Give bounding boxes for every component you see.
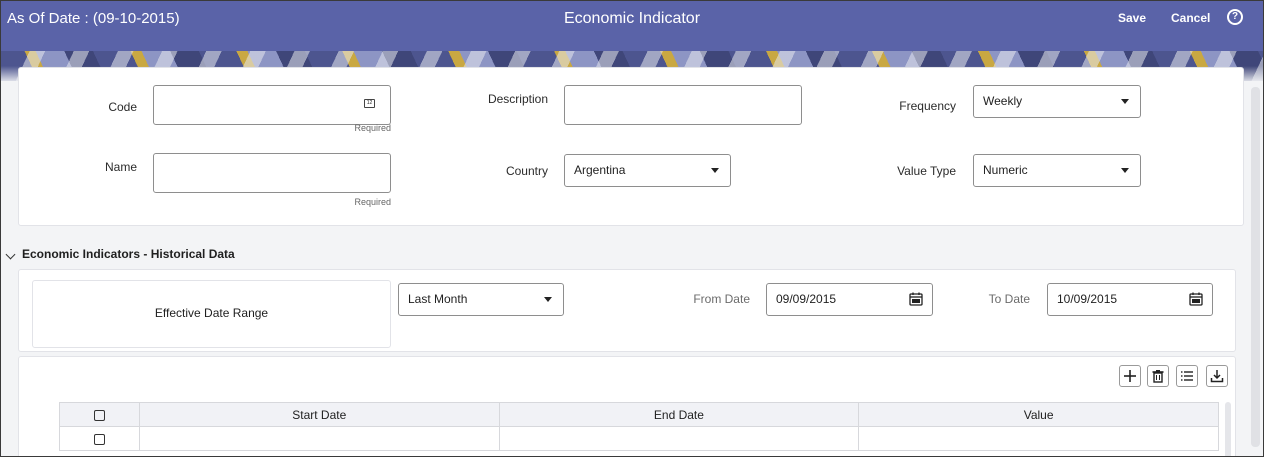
to-date-input[interactable]: 10/09/2015: [1047, 283, 1213, 316]
column-header-end-date[interactable]: End Date: [498, 402, 860, 427]
to-date-label: To Date: [988, 292, 1030, 306]
code-label: Code: [108, 100, 137, 114]
download-button[interactable]: [1206, 365, 1228, 387]
value-type-value: Numeric: [983, 163, 1028, 177]
end-date-cell[interactable]: [498, 426, 860, 451]
table-header-row: Start Date End Date Value: [59, 402, 1219, 427]
column-header-start-date[interactable]: Start Date: [138, 402, 500, 427]
historical-data-table: Start Date End Date Value: [59, 402, 1219, 451]
description-input[interactable]: [564, 85, 802, 125]
from-date-label: From Date: [693, 292, 750, 306]
frequency-select[interactable]: Weekly: [973, 85, 1141, 118]
chevron-down-icon: [711, 168, 719, 173]
frequency-label: Frequency: [899, 99, 956, 113]
add-icon: [1124, 370, 1136, 382]
date-range-value: Last Month: [408, 292, 468, 306]
download-icon: [1210, 370, 1224, 383]
economic-indicator-window: As Of Date : (09-10-2015) Economic Indic…: [0, 0, 1264, 457]
table-scrollbar[interactable]: [1225, 402, 1231, 456]
country-label: Country: [505, 164, 548, 178]
select-all-checkbox[interactable]: [93, 409, 105, 421]
delete-row-button[interactable]: [1147, 365, 1169, 387]
code-entry-icon: 12: [364, 99, 375, 108]
header-bar: As Of Date : (09-10-2015) Economic Indic…: [1, 1, 1263, 51]
chevron-down-icon: [544, 297, 552, 302]
country-select[interactable]: Argentina: [564, 154, 731, 187]
to-date-value: 10/09/2015: [1057, 292, 1118, 306]
column-header-value[interactable]: Value: [858, 402, 1219, 427]
from-date-value: 09/09/2015: [776, 292, 837, 306]
select-all-cell: [59, 402, 140, 427]
start-date-cell[interactable]: [138, 426, 500, 451]
from-date-input[interactable]: 09/09/2015: [766, 283, 933, 316]
calendar-icon[interactable]: [909, 292, 923, 306]
collapse-chevron-icon[interactable]: [5, 249, 16, 260]
cancel-button[interactable]: Cancel: [1171, 11, 1210, 25]
delete-icon: [1152, 370, 1164, 383]
row-select-cell: [59, 426, 140, 451]
name-required-hint: Required: [354, 197, 391, 207]
page-scrollbar[interactable]: [1251, 87, 1260, 447]
column-list-button[interactable]: [1176, 365, 1198, 387]
name-input[interactable]: [153, 153, 391, 193]
table-row[interactable]: [59, 426, 1219, 451]
help-icon[interactable]: ?: [1227, 9, 1243, 25]
effective-date-range-label: Effective Date Range: [154, 306, 269, 320]
code-required-hint: Required: [354, 123, 391, 133]
value-cell[interactable]: [858, 426, 1219, 451]
chevron-down-icon: [1121, 99, 1129, 104]
country-value: Argentina: [574, 163, 626, 177]
save-button[interactable]: Save: [1118, 11, 1146, 25]
add-row-button[interactable]: [1119, 365, 1141, 387]
code-input[interactable]: 12: [153, 85, 391, 125]
description-label: Description: [487, 92, 548, 106]
row-checkbox[interactable]: [93, 433, 105, 445]
name-label: Name: [104, 160, 137, 174]
frequency-value: Weekly: [983, 94, 1023, 108]
date-range-select[interactable]: Last Month: [398, 283, 564, 316]
page-title: Economic Indicator: [563, 10, 701, 27]
value-type-select[interactable]: Numeric: [973, 154, 1141, 187]
value-type-label: Value Type: [897, 164, 956, 178]
chevron-down-icon: [1121, 168, 1129, 173]
column-list-icon: [1181, 371, 1193, 381]
calendar-icon[interactable]: [1189, 292, 1203, 306]
historical-section-title[interactable]: Economic Indicators - Historical Data: [22, 247, 235, 261]
